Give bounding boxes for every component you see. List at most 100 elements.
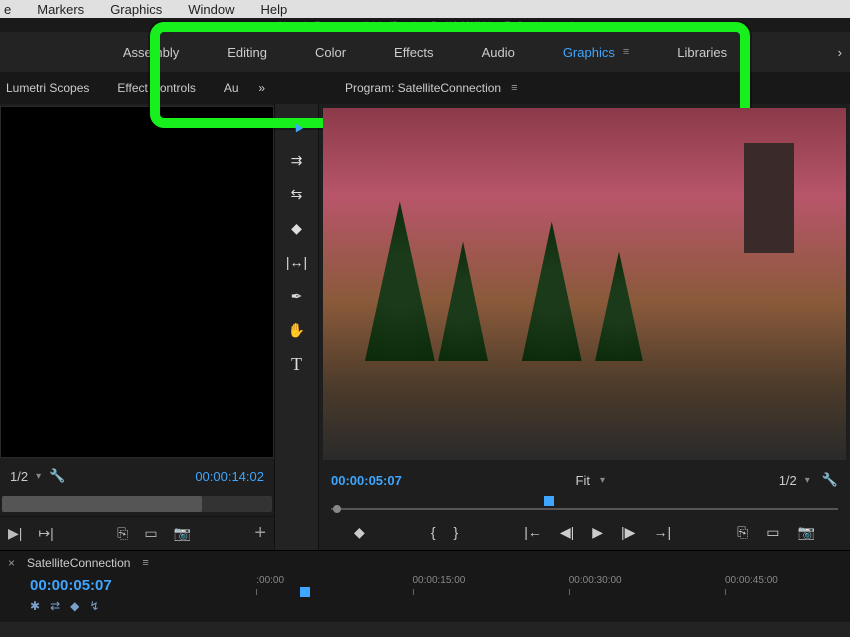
slip-tool[interactable]: |↔| [284,252,310,272]
scrub-start-dot [333,505,341,513]
workspace-assembly[interactable]: Assembly [123,45,179,60]
source-monitor-view[interactable] [0,106,274,458]
add-button-icon[interactable]: + [254,522,266,545]
source-toolbar: ▶| ↦| ⎘ ▭ 📷 + [0,516,274,550]
os-menubar: e Markers Graphics Window Help [0,0,850,18]
sequence-menu-icon[interactable]: ≡ [142,557,148,569]
video-content [595,251,643,361]
timeline-tabs: × SatelliteConnection ≡ [0,551,850,575]
main-area: 1/2 ▾ 🔧 00:00:14:02 ▶| ↦| ⎘ ▭ 📷 + ▲ ⇉ ⇆ [0,104,850,550]
ruler-tick: 00:00:30:00 [569,575,622,586]
tab-effect-controls[interactable]: Effect Controls [117,81,195,95]
video-content [522,221,582,361]
link-icon[interactable]: ⇄ [50,599,60,613]
program-scrub-bar[interactable] [331,496,838,514]
type-tool[interactable]: T [284,354,310,374]
panels-header: Lumetri Scopes Effect Controls Au » Prog… [0,72,850,104]
scrub-track [331,508,838,510]
ripple-edit-tool[interactable]: ⇆ [284,184,310,204]
program-zoom-select[interactable]: 1/2 ▾ [779,473,810,488]
workspace-editing[interactable]: Editing [227,45,267,60]
go-in-icon[interactable]: |← [524,524,542,540]
program-monitor-view[interactable] [323,108,846,460]
program-zoom-value: 1/2 [779,473,797,488]
ruler-tick: :00:00 [256,575,284,586]
program-panel-tab[interactable]: Program: SatelliteConnection ≡ [345,81,518,95]
selection-tool[interactable]: ▲ [280,111,313,141]
settings-wrench-icon[interactable]: 🔧 [822,472,838,488]
track-select-tool[interactable]: ⇉ [284,150,310,170]
source-info-bar: 1/2 ▾ 🔧 00:00:14:02 [0,460,274,492]
fit-label: Fit [576,473,590,488]
extract-icon[interactable]: ▭ [766,524,779,541]
timeline-playhead[interactable] [300,587,310,597]
workspace-audio[interactable]: Audio [482,45,515,60]
video-content [744,143,794,253]
lift-icon[interactable]: ⎘ [737,524,748,541]
insert-icon[interactable]: ↦| [38,525,53,542]
source-scrub-bar[interactable] [2,496,272,512]
video-content [365,201,435,361]
program-tab-label: Program: SatelliteConnection [345,81,501,95]
menu-item-help[interactable]: Help [260,2,287,17]
program-info-bar: 00:00:05:07 Fit ▾ 1/2 ▾ 🔧 [319,464,850,496]
workspace-overflow-icon[interactable]: › [838,45,842,60]
play-icon[interactable]: ▶| [8,525,22,542]
workspace-graphics-label: Graphics [563,45,615,60]
settings-wrench-icon[interactable]: 🔧 [49,468,65,484]
settings-icon[interactable]: ↯ [89,599,99,613]
chevron-down-icon: ▾ [805,475,810,486]
video-content [438,241,488,361]
workspace-graphics[interactable]: Graphics ≡ [563,45,629,60]
overlay-icon[interactable]: ▭ [144,525,157,542]
program-fit-select[interactable]: Fit ▾ [576,473,605,488]
program-panel: 00:00:05:07 Fit ▾ 1/2 ▾ 🔧 ◆ { } [319,104,850,550]
tab-lumetri-scopes[interactable]: Lumetri Scopes [6,81,89,95]
tabs-overflow-icon[interactable]: » [258,81,265,95]
source-zoom-select[interactable]: 1/2 ▾ 🔧 [10,468,65,484]
source-panel: 1/2 ▾ 🔧 00:00:14:02 ▶| ↦| ⎘ ▭ 📷 + [0,104,275,550]
project-titlebar: /Users/.../Documents/Adobe/Premiere Pro/… [0,18,850,32]
step-back-icon[interactable]: ◀| [560,524,574,541]
hand-tool[interactable]: ✋ [284,320,310,340]
marker-icon[interactable]: ◆ [354,524,365,541]
export-frame-icon[interactable]: ⎘ [117,525,128,542]
razor-tool[interactable]: ◆ [284,218,310,238]
in-icon[interactable]: { [431,524,436,540]
snap-icon[interactable]: ✱ [30,599,40,613]
menu-item-window[interactable]: Window [188,2,234,17]
camera-icon[interactable]: 📷 [798,524,815,541]
workspace-libraries[interactable]: Libraries [677,45,727,60]
marker-icon[interactable]: ◆ [70,599,79,613]
workspace-bar: Assembly Editing Color Effects Audio Gra… [0,32,850,72]
program-panel-menu-icon[interactable]: ≡ [511,82,517,94]
timeline-timecode[interactable]: 00:00:05:07 [30,575,225,597]
source-scrub-position [2,496,202,512]
close-icon[interactable]: × [8,556,15,570]
timeline-ruler[interactable]: :00:0000:00:15:0000:00:30:0000:00:45:00 [225,575,850,615]
play-icon[interactable]: ▶ [592,524,603,541]
menu-item-markers[interactable]: Markers [37,2,84,17]
sequence-tab[interactable]: SatelliteConnection [27,556,130,570]
program-playhead[interactable] [544,496,554,506]
pen-tool[interactable]: ✒ [284,286,310,306]
workspace-color[interactable]: Color [315,45,346,60]
ruler-tick: 00:00:45:00 [725,575,778,586]
camera-icon[interactable]: 📷 [174,525,191,542]
source-zoom-value: 1/2 [10,469,28,484]
timeline-header: 00:00:05:07 ✱ ⇄ ◆ ↯ :00:0000:00:15:0000:… [0,575,850,615]
source-timecode[interactable]: 00:00:14:02 [195,469,264,484]
step-fwd-icon[interactable]: |▶ [621,524,635,541]
menu-item[interactable]: e [4,2,11,17]
chevron-down-icon: ▾ [600,475,605,486]
menu-item-graphics[interactable]: Graphics [110,2,162,17]
workspace-menu-icon[interactable]: ≡ [623,46,629,58]
source-panel-tabs: Lumetri Scopes Effect Controls Au » [0,81,275,95]
workspace-effects[interactable]: Effects [394,45,434,60]
go-out-icon[interactable]: →| [653,524,671,540]
tab-audio-truncated[interactable]: Au [224,81,239,95]
out-icon[interactable]: } [454,524,459,540]
chevron-down-icon: ▾ [36,471,41,482]
program-timecode[interactable]: 00:00:05:07 [331,473,402,488]
program-toolbar: ◆ { } |← ◀| ▶ |▶ →| ⎘ ▭ 📷 [319,514,850,550]
